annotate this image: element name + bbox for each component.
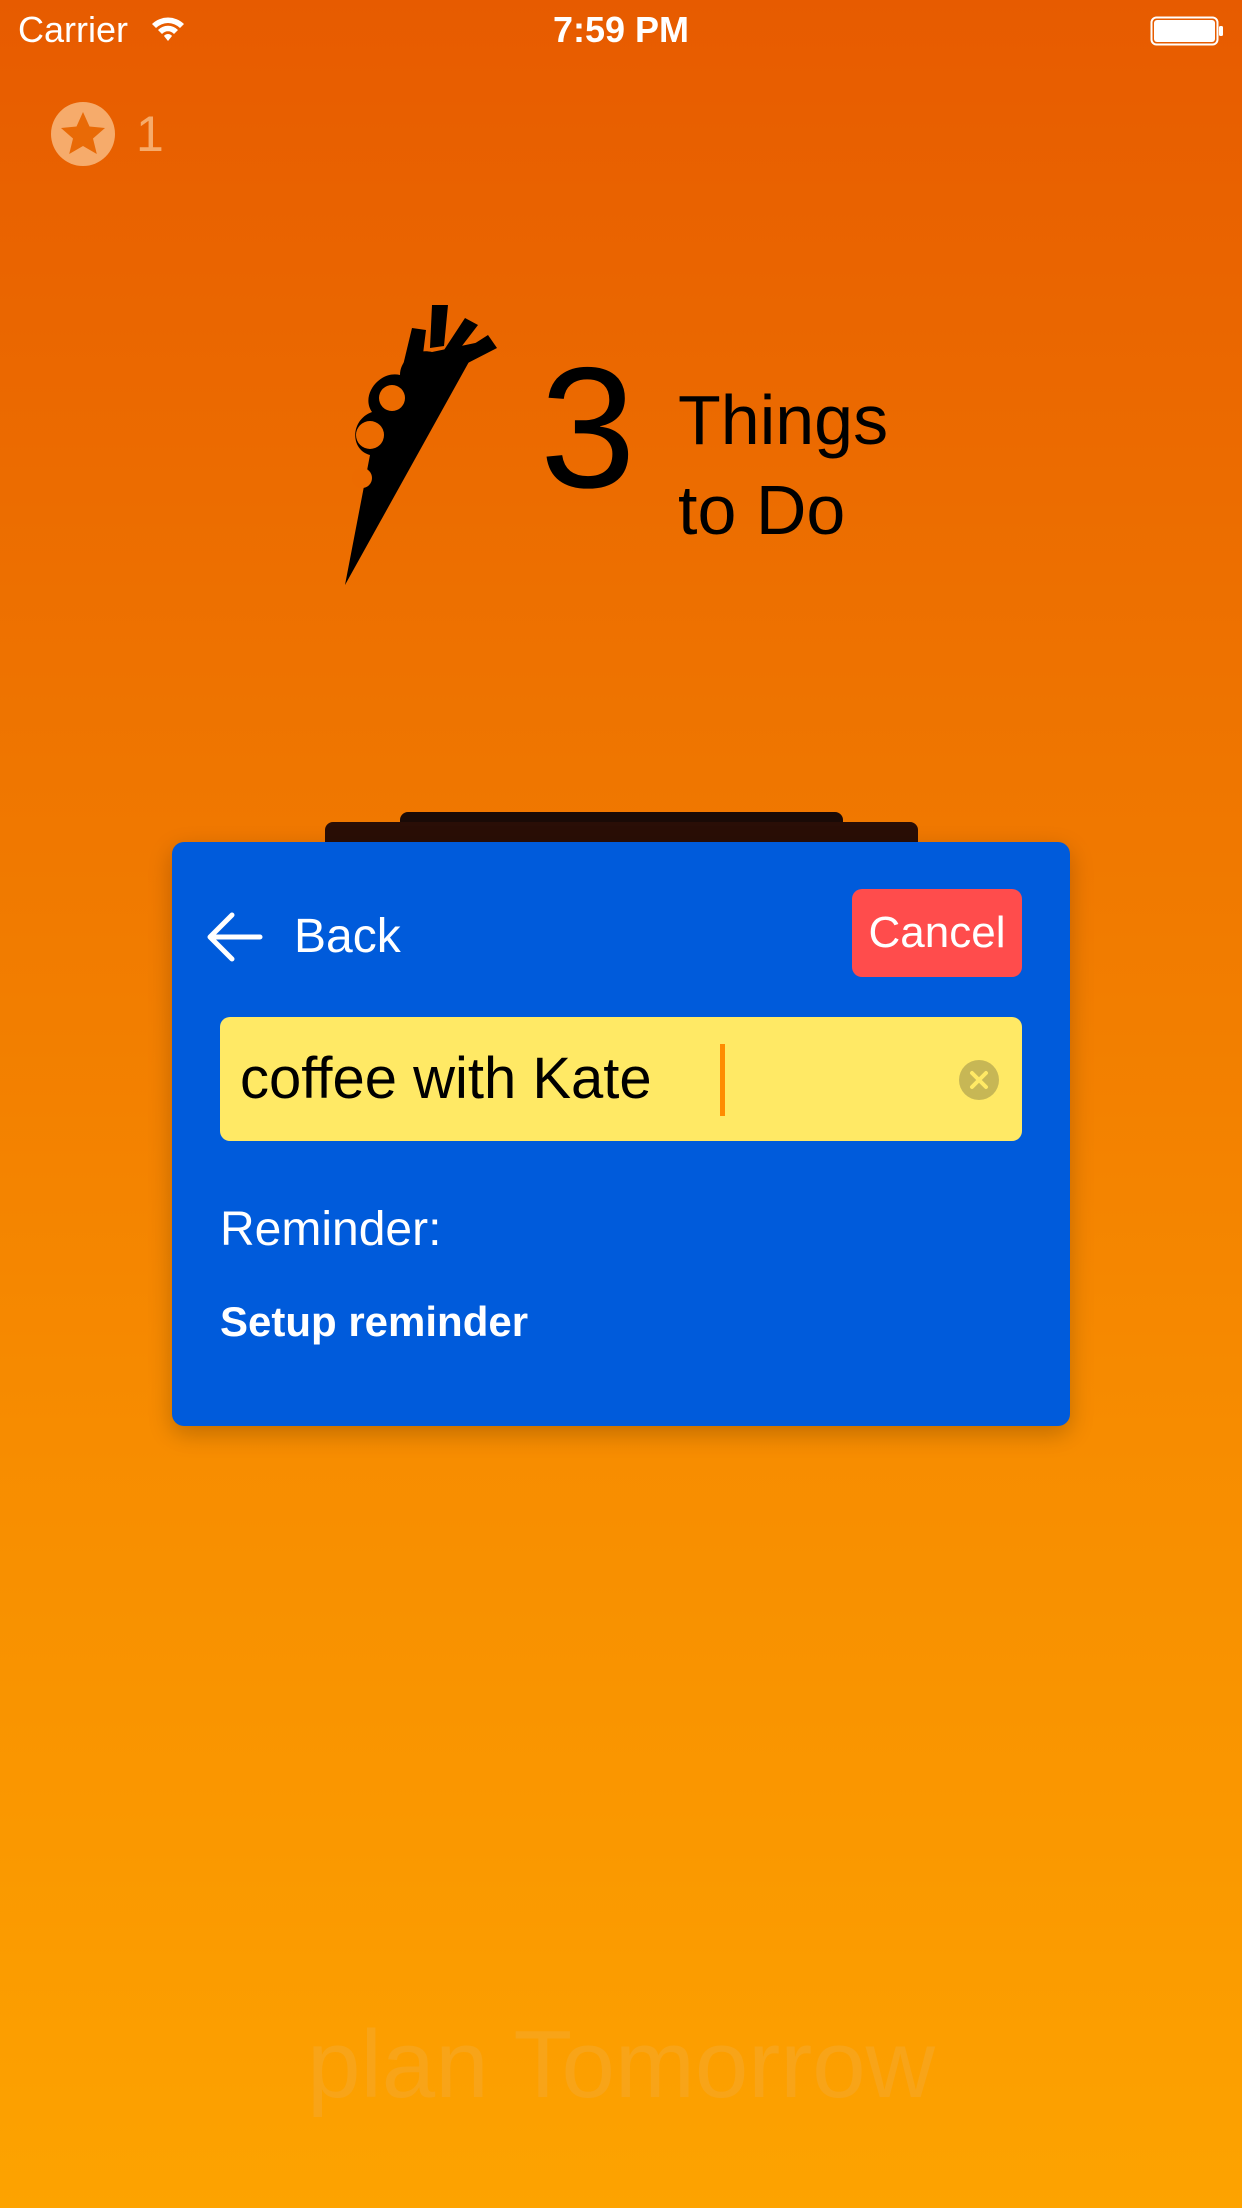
app-logo: 3 Things to Do <box>340 300 940 600</box>
clear-circle-icon <box>959 1060 999 1100</box>
task-name-field <box>220 1017 1022 1141</box>
carrot-icon <box>345 305 497 585</box>
reminder-label: Reminder: <box>220 1203 442 1256</box>
plan-tomorrow-button[interactable]: plan Tomorrow <box>0 2010 1242 2120</box>
points-counter[interactable]: 1 <box>50 100 164 168</box>
back-label: Back <box>294 910 401 963</box>
logo-title-line1: Things <box>678 381 889 459</box>
back-button[interactable]: Back <box>202 902 401 972</box>
battery-full-icon <box>1150 16 1223 46</box>
edit-task-dialog: Back Cancel Reminder: Setup reminder <box>172 842 1070 1426</box>
setup-reminder-button[interactable]: Setup reminder <box>220 1294 528 1350</box>
cancel-button[interactable]: Cancel <box>852 889 1022 977</box>
star-icon <box>51 102 115 166</box>
logo-title-line2: to Do <box>678 471 846 549</box>
status-time: 7:59 PM <box>552 9 690 50</box>
task-name-input[interactable] <box>240 1017 940 1141</box>
clear-text-button[interactable] <box>958 1059 1000 1101</box>
points-count: 1 <box>136 106 164 162</box>
text-cursor <box>720 1044 725 1116</box>
status-bar: Carrier 7:59 PM <box>0 0 1242 60</box>
arrow-left-icon <box>207 912 263 962</box>
logo-number: 3 <box>540 332 636 524</box>
